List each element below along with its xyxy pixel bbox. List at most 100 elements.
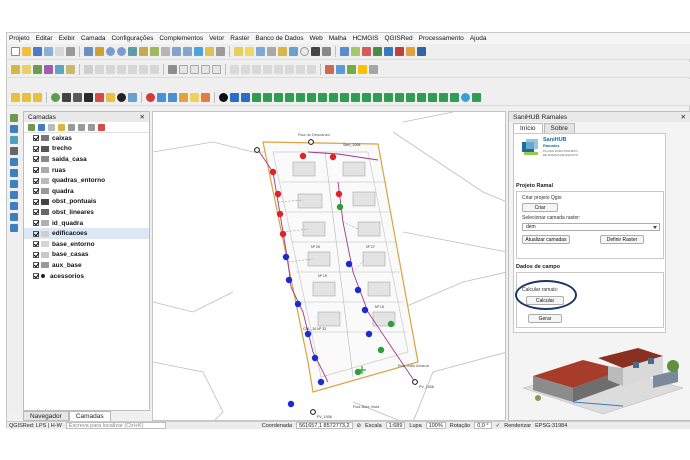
label-style-icon[interactable] — [33, 93, 42, 102]
paste-icon[interactable] — [128, 65, 137, 74]
flow-icon[interactable] — [373, 93, 382, 102]
manhole-red[interactable] — [329, 153, 337, 161]
layer-base-entorno[interactable]: base_entorno — [24, 239, 149, 250]
checkbox[interactable] — [33, 262, 39, 269]
add-vector-layer-icon[interactable] — [168, 65, 177, 74]
add-oracle-icon[interactable] — [10, 202, 18, 210]
render-checkbox[interactable]: ✓ — [496, 423, 501, 429]
open-project-icon[interactable] — [22, 47, 31, 56]
set-raster-button[interactable]: Definir Raster — [600, 235, 644, 244]
manhole-green[interactable] — [336, 203, 344, 211]
help-icon[interactable] — [417, 47, 426, 56]
style-icon[interactable] — [11, 93, 20, 102]
manhole-blue[interactable] — [285, 276, 293, 284]
new-map-view-icon[interactable] — [194, 47, 203, 56]
slope-icon[interactable] — [395, 93, 404, 102]
chart-icon[interactable] — [318, 93, 327, 102]
gps-icon[interactable] — [51, 93, 60, 102]
manhole-red[interactable] — [299, 152, 307, 160]
map-canvas[interactable]: Rua do Descanso Rua João Amaral Rua Bela… — [152, 111, 506, 421]
manhole-red[interactable] — [276, 210, 284, 218]
terminal-point[interactable] — [308, 139, 314, 145]
add-polygon-icon[interactable] — [55, 65, 64, 74]
reshape-icon[interactable] — [296, 65, 305, 74]
add-mssql-icon[interactable] — [10, 191, 18, 199]
checkbox[interactable] — [33, 220, 39, 227]
layer-edificacoes[interactable]: edificacoes — [24, 228, 149, 239]
manhole-blue[interactable] — [317, 378, 325, 386]
measure-icon[interactable] — [300, 47, 309, 56]
add-vector-icon[interactable] — [10, 114, 18, 122]
split-icon[interactable] — [274, 65, 283, 74]
lock-icon[interactable]: ⊘ — [357, 423, 362, 429]
sync-icon[interactable] — [128, 93, 137, 102]
layer-base-casas[interactable]: base_casas — [24, 250, 149, 261]
menu-configuracoes[interactable]: Configurações — [111, 35, 153, 42]
info-icon[interactable] — [117, 93, 126, 102]
checkbox[interactable] — [33, 188, 39, 195]
collapse-all-icon[interactable] — [88, 123, 95, 131]
layer-obst-lineares[interactable]: obst_lineares — [24, 207, 149, 218]
layer-obst-pontuais[interactable]: obst_pontuais — [24, 197, 149, 208]
move-feature-icon[interactable] — [84, 65, 93, 74]
add-postgis-icon[interactable] — [212, 65, 221, 74]
manhole-green[interactable] — [377, 346, 385, 354]
bookmark-icon[interactable] — [205, 47, 214, 56]
menu-qgisred[interactable]: QGISRed — [384, 35, 412, 42]
layer-caixas[interactable]: caixas — [24, 133, 149, 144]
refresh-icon[interactable] — [216, 47, 225, 56]
manhole-red[interactable] — [279, 230, 287, 238]
manhole-blue[interactable] — [287, 400, 295, 408]
pan-to-selection-icon[interactable] — [95, 47, 104, 56]
add-raster-layer-icon[interactable] — [179, 65, 188, 74]
menu-exibir[interactable]: Exibir — [59, 35, 75, 42]
tab-camadas[interactable]: Camadas — [68, 411, 111, 421]
checkbox[interactable] — [33, 167, 39, 174]
manhole-green[interactable] — [387, 320, 395, 328]
check-geometry-icon[interactable] — [84, 93, 93, 102]
depth-icon[interactable] — [384, 93, 393, 102]
terminal-point[interactable] — [310, 409, 316, 415]
create-button[interactable]: Criar — [522, 203, 558, 212]
update-layers-button[interactable]: Atualizar camadas — [522, 235, 570, 244]
zoom-selection-icon[interactable] — [139, 47, 148, 56]
export-icon[interactable] — [168, 93, 177, 102]
checkbox[interactable] — [33, 177, 39, 184]
save-project-icon[interactable] — [33, 47, 42, 56]
manhole-blue[interactable] — [311, 354, 319, 362]
layer-style-icon[interactable] — [22, 93, 31, 102]
folder-icon[interactable] — [190, 93, 199, 102]
add-spatialite-layer-icon[interactable] — [10, 169, 18, 177]
qgisred-icon[interactable] — [384, 47, 393, 56]
close-icon[interactable]: ✕ — [681, 113, 686, 121]
python-console-icon[interactable] — [340, 47, 349, 56]
add-raster-icon[interactable] — [10, 125, 18, 133]
validate-icon[interactable] — [263, 93, 272, 102]
menu-banco-de-dados[interactable]: Banco de Dados — [255, 35, 303, 42]
manhole-blue[interactable] — [361, 306, 369, 314]
zoom-out-icon[interactable] — [117, 47, 126, 56]
layer-acessorios[interactable]: acessorios — [24, 271, 149, 282]
menu-raster[interactable]: Raster — [230, 35, 249, 42]
style-manager-icon[interactable] — [28, 123, 35, 131]
delete-feature-icon[interactable] — [95, 65, 104, 74]
expand-all-icon[interactable] — [78, 123, 85, 131]
menu-processamento[interactable]: Processamento — [419, 35, 464, 42]
dimension-icon[interactable] — [351, 93, 360, 102]
menu-projeto[interactable]: Projeto — [9, 35, 30, 42]
magnifier-field[interactable]: 100% — [425, 422, 446, 429]
menu-vetor[interactable]: Vetor — [209, 35, 224, 42]
plugin-icon[interactable] — [362, 47, 371, 56]
tank-icon[interactable] — [369, 65, 378, 74]
highlight-icon[interactable] — [106, 93, 115, 102]
report-icon[interactable] — [296, 93, 305, 102]
toggle-editing-icon[interactable] — [22, 65, 31, 74]
menu-ajuda[interactable]: Ajuda — [470, 35, 487, 42]
add-geopackage-icon[interactable] — [10, 158, 18, 166]
label-icon[interactable] — [322, 47, 331, 56]
layer-aux-base[interactable]: aux_base — [24, 260, 149, 271]
add-wms-icon[interactable] — [10, 213, 18, 221]
zoom-native-icon[interactable] — [161, 47, 170, 56]
import-icon[interactable] — [179, 93, 188, 102]
copy-icon[interactable] — [117, 65, 126, 74]
